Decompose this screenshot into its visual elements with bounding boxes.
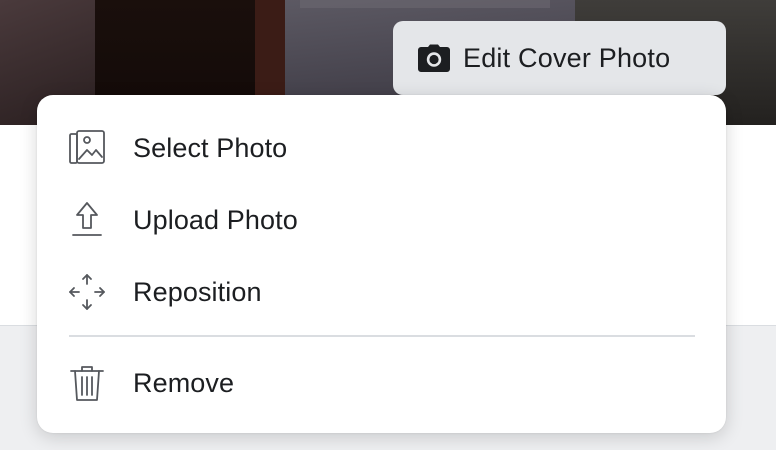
menu-item-label: Reposition: [133, 276, 262, 307]
menu-item-label: Remove: [133, 367, 235, 398]
menu-item-select-photo[interactable]: Select Photo: [37, 115, 726, 181]
cover-photo-region: [300, 0, 550, 8]
menu-item-remove[interactable]: Remove: [37, 350, 726, 416]
trash-icon: [67, 363, 107, 403]
move-arrows-icon: [67, 272, 107, 312]
upload-icon: [67, 200, 107, 240]
camera-icon: [417, 44, 451, 72]
menu-item-reposition[interactable]: Reposition: [37, 259, 726, 325]
menu-item-label: Select Photo: [133, 132, 288, 163]
photo-album-icon: [67, 128, 107, 168]
menu-item-upload-photo[interactable]: Upload Photo: [37, 187, 726, 253]
menu-divider: [69, 335, 695, 337]
cover-photo-menu: Select Photo Upload Photo Reposition Rem…: [37, 95, 726, 433]
menu-item-label: Upload Photo: [133, 204, 298, 235]
edit-cover-photo-button[interactable]: Edit Cover Photo: [393, 21, 726, 95]
edit-cover-photo-label: Edit Cover Photo: [463, 42, 671, 73]
